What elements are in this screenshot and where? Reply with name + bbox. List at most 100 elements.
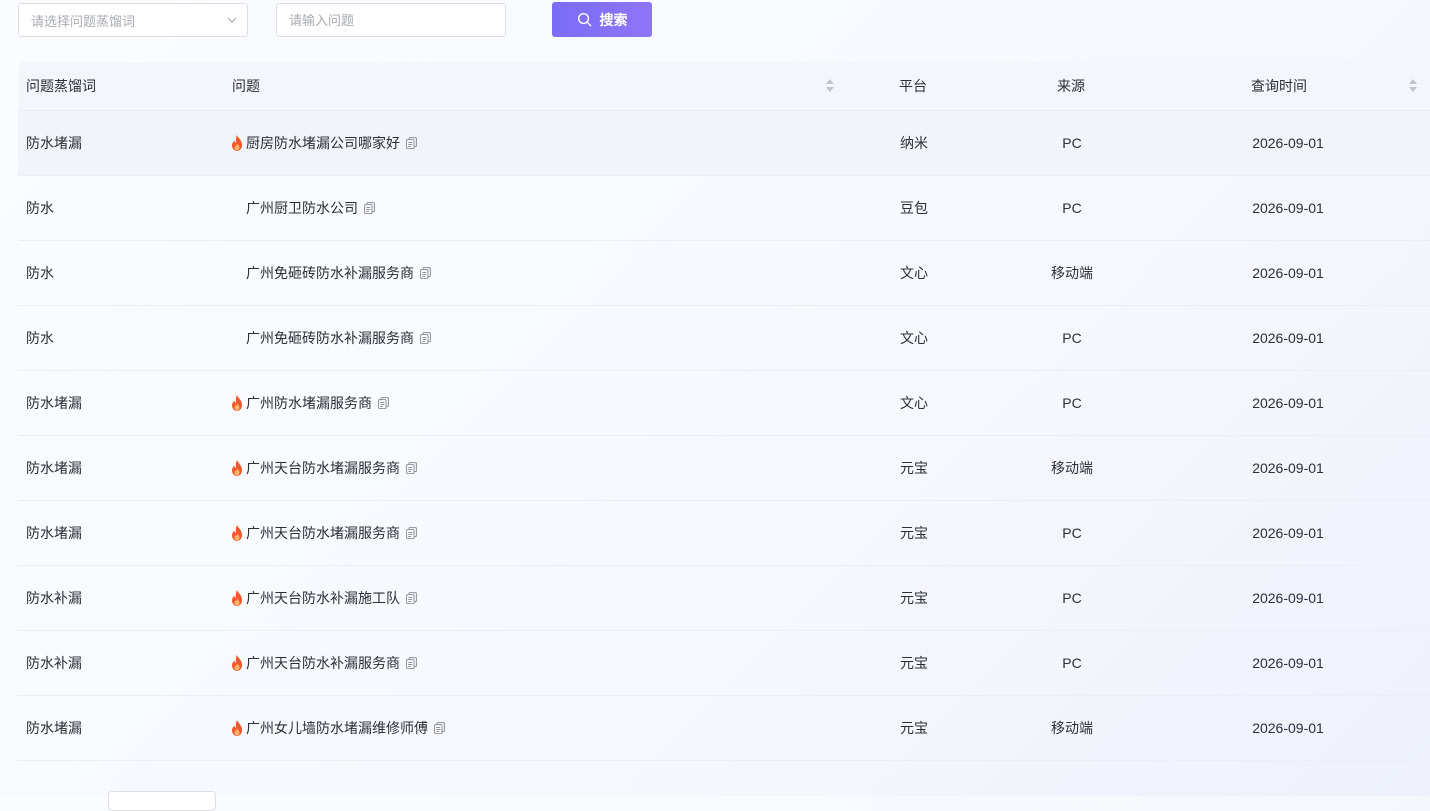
table-body: 防水堵漏 厨房防水堵漏公司哪家好 纳米 PC 2026-09-01 防水 广州厨卫防水公司 豆…: [18, 111, 1430, 761]
cell-platform: 文心: [900, 265, 928, 281]
copy-icon[interactable]: [406, 657, 417, 669]
cell-source: PC: [1062, 395, 1082, 411]
results-table: 问题蒸馏词 问题 平台 来源 查询时间 防水堵漏 厨房防水堵漏公司哪家好 纳米 PC 2…: [18, 62, 1430, 761]
cell-keyword: 防水堵漏: [26, 460, 82, 476]
copy-icon[interactable]: [406, 592, 417, 604]
cell-question: 广州天台防水补漏服务商: [229, 631, 417, 695]
cell-source: PC: [1062, 590, 1082, 606]
question-text: 广州天台防水补漏服务商: [246, 655, 400, 671]
cell-platform: 豆包: [900, 200, 928, 216]
table-row[interactable]: 防水 广州免砸砖防水补漏服务商 文心 PC 2026-09-01: [18, 306, 1430, 371]
question-text: 广州女儿墙防水堵漏维修师傅: [246, 720, 428, 736]
flame-icon: [232, 395, 242, 411]
table-row[interactable]: 防水补漏 广州天台防水补漏施工队 元宝 PC 2026-09-01: [18, 566, 1430, 631]
cell-keyword: 防水: [26, 200, 54, 216]
table-row[interactable]: 防水堵漏 厨房防水堵漏公司哪家好 纳米 PC 2026-09-01: [18, 111, 1430, 176]
question-text: 广州防水堵漏服务商: [246, 395, 372, 411]
cell-keyword: 防水堵漏: [26, 720, 82, 736]
table-header: 问题蒸馏词 问题 平台 来源 查询时间: [18, 62, 1430, 111]
search-button-label: 搜索: [599, 11, 628, 28]
flame-icon: [232, 135, 242, 151]
copy-icon[interactable]: [420, 332, 431, 344]
cell-question: 广州天台防水堵漏服务商: [229, 501, 417, 565]
cell-keyword: 防水: [26, 330, 54, 346]
question-text: 广州厨卫防水公司: [246, 200, 358, 216]
cell-query-time: 2026-09-01: [1252, 590, 1324, 606]
copy-icon[interactable]: [364, 202, 375, 214]
cell-question: 广州天台防水堵漏服务商: [229, 436, 417, 500]
cell-question: 广州免砸砖防水补漏服务商: [229, 241, 431, 305]
copy-icon[interactable]: [420, 267, 431, 279]
flame-icon: [232, 590, 242, 606]
question-text: 厨房防水堵漏公司哪家好: [246, 135, 400, 151]
table-row[interactable]: 防水堵漏 广州防水堵漏服务商 文心 PC 2026-09-01: [18, 371, 1430, 436]
cell-query-time: 2026-09-01: [1252, 720, 1324, 736]
question-text: 广州免砸砖防水补漏服务商: [246, 265, 414, 281]
cell-platform: 文心: [900, 330, 928, 346]
copy-icon[interactable]: [406, 462, 417, 474]
cell-query-time: 2026-09-01: [1252, 655, 1324, 671]
cell-source: 移动端: [1051, 720, 1093, 736]
copy-icon[interactable]: [434, 722, 445, 734]
cell-platform: 元宝: [900, 525, 928, 541]
table-row[interactable]: 防水 广州厨卫防水公司 豆包 PC 2026-09-01: [18, 176, 1430, 241]
cell-query-time: 2026-09-01: [1252, 395, 1324, 411]
query-time-sort-icon[interactable]: [1409, 79, 1417, 93]
question-text: 广州免砸砖防水补漏服务商: [246, 330, 414, 346]
cell-question: 广州免砸砖防水补漏服务商: [229, 306, 431, 370]
cell-query-time: 2026-09-01: [1252, 265, 1324, 281]
question-text: 广州天台防水堵漏服务商: [246, 460, 400, 476]
cell-source: PC: [1062, 200, 1082, 216]
cell-source: PC: [1062, 525, 1082, 541]
cell-platform: 元宝: [900, 460, 928, 476]
cell-query-time: 2026-09-01: [1252, 135, 1324, 151]
cell-source: PC: [1062, 655, 1082, 671]
cell-keyword: 防水堵漏: [26, 395, 82, 411]
table-row[interactable]: 防水补漏 广州天台防水补漏服务商 元宝 PC 2026-09-01: [18, 631, 1430, 696]
question-text: 广州天台防水补漏施工队: [246, 590, 400, 606]
header-keyword: 问题蒸馏词: [26, 78, 96, 94]
cell-query-time: 2026-09-01: [1252, 525, 1324, 541]
cell-keyword: 防水堵漏: [26, 525, 82, 541]
page-size-select[interactable]: [108, 791, 216, 811]
table-row[interactable]: 防水堵漏 广州女儿墙防水堵漏维修师傅 元宝 移动端 2026-09-01: [18, 696, 1430, 761]
cell-source: 移动端: [1051, 265, 1093, 281]
keyword-select[interactable]: 请选择问题蒸馏词: [18, 3, 248, 37]
table-row[interactable]: 防水堵漏 广州天台防水堵漏服务商 元宝 移动端 2026-09-01: [18, 436, 1430, 501]
search-icon: [577, 12, 591, 27]
cell-keyword: 防水堵漏: [26, 135, 82, 151]
header-question[interactable]: 问题: [232, 62, 260, 110]
table-row[interactable]: 防水堵漏 广州天台防水堵漏服务商 元宝 PC 2026-09-01: [18, 501, 1430, 566]
copy-icon[interactable]: [406, 527, 417, 539]
cell-question: 广州防水堵漏服务商: [229, 371, 389, 435]
keyword-select-placeholder: 请选择问题蒸馏词: [31, 13, 136, 29]
copy-icon[interactable]: [378, 397, 389, 409]
cell-keyword: 防水: [26, 265, 54, 281]
cell-platform: 元宝: [900, 590, 928, 606]
cell-keyword: 防水补漏: [26, 590, 82, 606]
cell-source: PC: [1062, 330, 1082, 346]
cell-platform: 纳米: [900, 135, 928, 151]
cell-question: 广州天台防水补漏施工队: [229, 566, 417, 630]
flame-icon: [232, 460, 242, 476]
filter-toolbar: 请选择问题蒸馏词 搜索: [18, 2, 718, 37]
cell-source: 移动端: [1051, 460, 1093, 476]
cell-query-time: 2026-09-01: [1252, 460, 1324, 476]
cell-question: 厨房防水堵漏公司哪家好: [229, 111, 417, 175]
header-platform: 平台: [899, 78, 927, 94]
cell-platform: 文心: [900, 395, 928, 411]
flame-icon: [232, 525, 242, 541]
cell-source: PC: [1062, 135, 1082, 151]
table-row[interactable]: 防水 广州免砸砖防水补漏服务商 文心 移动端 2026-09-01: [18, 241, 1430, 306]
header-query-time[interactable]: 查询时间: [1251, 62, 1307, 110]
search-button[interactable]: 搜索: [552, 2, 652, 37]
cell-keyword: 防水补漏: [26, 655, 82, 671]
cell-platform: 元宝: [900, 720, 928, 736]
cell-question: 广州厨卫防水公司: [229, 176, 375, 240]
question-input[interactable]: [276, 3, 506, 37]
question-sort-icon[interactable]: [826, 79, 834, 93]
cell-query-time: 2026-09-01: [1252, 330, 1324, 346]
cell-question: 广州女儿墙防水堵漏维修师傅: [229, 696, 445, 760]
copy-icon[interactable]: [406, 137, 417, 149]
cell-platform: 元宝: [900, 655, 928, 671]
